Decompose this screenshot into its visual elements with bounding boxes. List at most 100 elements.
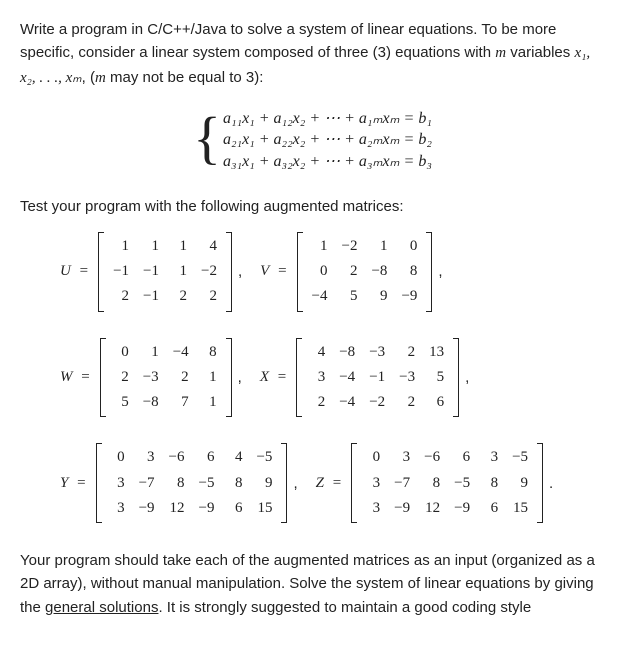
matrix-cell: −8 xyxy=(136,390,166,415)
left-brace: { xyxy=(193,109,221,167)
matrix-cell: −9 xyxy=(132,496,162,521)
matrix-cell: 4 xyxy=(304,340,332,365)
matrix-cell: 8 xyxy=(162,471,192,496)
matrix-cell: 1 xyxy=(364,234,394,259)
matrix-cell: 1 xyxy=(136,234,166,259)
matrix-cell: 2 xyxy=(108,365,136,390)
matrix-cell: 1 xyxy=(166,259,194,284)
matrix-cell: 6 xyxy=(422,390,451,415)
outro-paragraph: Your program should take each of the aug… xyxy=(20,549,605,619)
matrix-cell: −8 xyxy=(332,340,362,365)
matrix-cell: 4 xyxy=(194,234,224,259)
matrix-cell: −1 xyxy=(106,259,136,284)
intro-text-4: may not be equal to 3): xyxy=(106,69,264,86)
matrix-cell: 6 xyxy=(221,496,249,521)
matrix-cell: 0 xyxy=(359,445,387,470)
comma: , xyxy=(438,260,442,283)
matrix-cell: 0 xyxy=(394,234,424,259)
matrix-U: 1 11 4−1−11−2 2−12 2 xyxy=(98,232,232,312)
matrix-cell: −9 xyxy=(447,496,477,521)
matrix-cell: −9 xyxy=(387,496,417,521)
matrix-cell: 4 xyxy=(221,445,249,470)
matrix-cell: 3 xyxy=(304,365,332,390)
matrix-cell: 2 xyxy=(166,365,196,390)
matrix-cell: 9 xyxy=(505,471,535,496)
matrix-cell: 2 xyxy=(304,390,332,415)
matrix-cell: 2 xyxy=(335,259,365,284)
comma: , xyxy=(238,260,242,283)
matrix-cell: −1 xyxy=(136,284,166,309)
matrix-V-label: V = xyxy=(260,260,291,283)
matrix-cell: −1 xyxy=(136,259,166,284)
matrix-cell: 8 xyxy=(477,471,505,496)
matrix-X: 4−8−3 2133−4−1−3 52−4−2 2 6 xyxy=(296,338,459,418)
equation-line-1: a₁₁x₁ + a₁₂x₂ + ⋯ + a₁ₘxₘ = b₁ xyxy=(223,108,432,130)
intro-text-3: , ( xyxy=(82,69,95,86)
matrix-cell: −3 xyxy=(362,340,392,365)
matrix-W-label: W = xyxy=(60,366,95,389)
matrix-cell: −4 xyxy=(166,340,196,365)
matrix-cell: 5 xyxy=(335,284,365,309)
matrix-cell: 1 xyxy=(196,390,224,415)
matrix-V: 1−2 1 0 0 2−8 8−4 5 9−9 xyxy=(297,232,433,312)
period: . xyxy=(549,472,553,495)
matrix-cell: −2 xyxy=(335,234,365,259)
outro-text-2: . It is strongly suggested to maintain a… xyxy=(158,599,531,616)
matrix-cell: −4 xyxy=(305,284,335,309)
matrix-cell: 9 xyxy=(364,284,394,309)
matrix-cell: 3 xyxy=(132,445,162,470)
matrix-row-2: W = 0 1−482−3 215−8 71 , X = 4−8−3 2133−… xyxy=(60,338,605,418)
matrix-cell: 2 xyxy=(194,284,224,309)
comma: , xyxy=(293,472,297,495)
comma: , xyxy=(238,366,242,389)
matrix-cell: 13 xyxy=(422,340,451,365)
matrix-cell: 1 xyxy=(166,234,194,259)
intro-text-1: Write a program in C/C++/Java to solve a… xyxy=(20,21,556,61)
matrix-cell: −7 xyxy=(132,471,162,496)
intro-paragraph: Write a program in C/C++/Java to solve a… xyxy=(20,18,605,90)
matrix-cell: 8 xyxy=(394,259,424,284)
matrix-cell: 1 xyxy=(136,340,166,365)
matrix-cell: 3 xyxy=(359,496,387,521)
matrix-cell: −4 xyxy=(332,365,362,390)
matrix-cell: 8 xyxy=(221,471,249,496)
intro-text-2: variables xyxy=(506,44,574,61)
matrices-block: U = 1 11 4−1−11−2 2−12 2 , V = 1−2 1 0 0… xyxy=(60,232,605,523)
matrix-cell: 0 xyxy=(104,445,132,470)
matrix-U-label: U = xyxy=(60,260,93,283)
matrix-row-3: Y = 0 3−6 64−53−7 8−58 93−912−9615 , Z =… xyxy=(60,443,605,523)
matrix-cell: 2 xyxy=(166,284,194,309)
equation-line-3: a₃₁x₁ + a₃₂x₂ + ⋯ + a₃ₘxₘ = b₃ xyxy=(223,151,432,173)
var-m-2: m xyxy=(95,70,106,86)
matrix-cell: 1 xyxy=(305,234,335,259)
matrix-Y: 0 3−6 64−53−7 8−58 93−912−9615 xyxy=(96,443,288,523)
matrix-cell: 7 xyxy=(166,390,196,415)
matrix-cell: −5 xyxy=(192,471,222,496)
matrix-cell: −9 xyxy=(192,496,222,521)
matrix-cell: −9 xyxy=(394,284,424,309)
matrix-cell: 3 xyxy=(387,445,417,470)
matrix-Z-label: Z = xyxy=(316,472,347,495)
matrix-cell: 2 xyxy=(392,390,422,415)
equation-line-2: a₂₁x₁ + a₂₂x₂ + ⋯ + a₂ₘxₘ = b₂ xyxy=(223,129,432,151)
matrix-cell: 8 xyxy=(417,471,447,496)
matrix-cell: 9 xyxy=(249,471,279,496)
matrix-cell: 6 xyxy=(447,445,477,470)
matrix-cell: −5 xyxy=(249,445,279,470)
matrix-cell: 12 xyxy=(417,496,447,521)
matrix-cell: 15 xyxy=(249,496,279,521)
matrix-cell: 3 xyxy=(104,496,132,521)
matrix-Y-label: Y = xyxy=(60,472,91,495)
matrix-cell: −5 xyxy=(505,445,535,470)
matrix-cell: −1 xyxy=(362,365,392,390)
matrix-cell: −6 xyxy=(162,445,192,470)
matrix-cell: 3 xyxy=(477,445,505,470)
matrix-Z: 0 3−6 63−53−7 8−58 93−912−9615 xyxy=(351,443,543,523)
matrix-cell: 0 xyxy=(108,340,136,365)
matrix-cell: 5 xyxy=(108,390,136,415)
matrix-cell: 2 xyxy=(392,340,422,365)
matrix-cell: −6 xyxy=(417,445,447,470)
matrix-cell: −2 xyxy=(194,259,224,284)
matrix-cell: −4 xyxy=(332,390,362,415)
matrix-cell: 8 xyxy=(196,340,224,365)
